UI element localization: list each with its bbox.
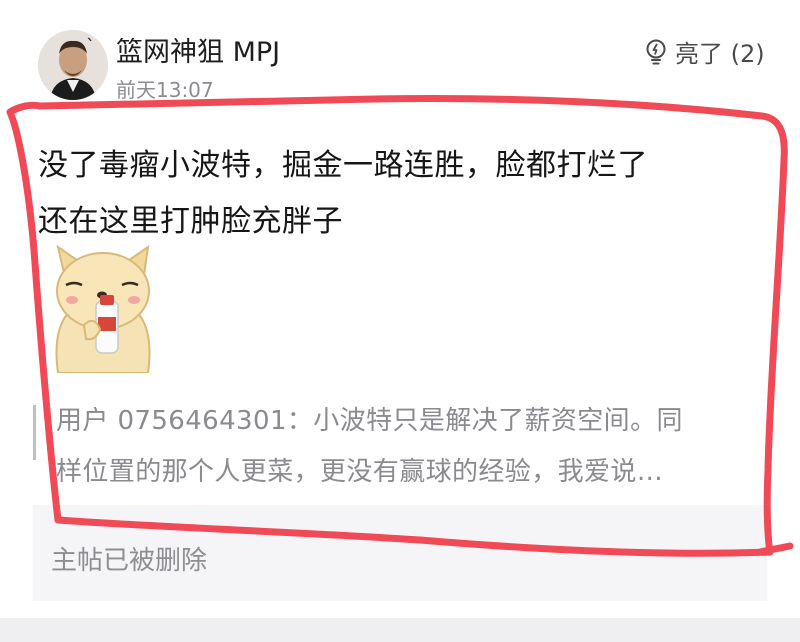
username[interactable]: 篮网神狙 MPJ [116, 30, 280, 69]
quote-bar [33, 405, 36, 460]
light-label: 亮了 (2) [675, 40, 765, 68]
avatar[interactable] [38, 30, 108, 100]
dog-drinking-sticker[interactable] [44, 244, 162, 374]
quoted-reply-line-2[interactable]: 样位置的那个人更菜，更没有赢球的经验，我爱说… [56, 451, 663, 488]
light-button[interactable]: 亮了 (2) [645, 34, 765, 69]
sticker-image [55, 244, 151, 374]
user-tick-mark: ` [86, 36, 95, 57]
bottom-separator [0, 618, 800, 642]
timestamp: 前天13:07 [116, 78, 214, 102]
parent-deleted-notice: 主帖已被删除 [51, 546, 208, 576]
comment-text-line-2: 还在这里打肿脸充胖子 [38, 204, 343, 239]
avatar-image [38, 30, 108, 100]
comment-text-line-1: 没了毒瘤小波特，掘金一路连胜，脸都打烂了 [38, 148, 648, 183]
lightbulb-icon [646, 39, 666, 64]
comment-card: ` 篮网神狙 MPJ 前天13:07 亮了 (2) 没了毒瘤小波特，掘金一路连胜… [0, 0, 800, 618]
quoted-reply-line-1[interactable]: 用户 0756464301：小波特只是解决了薪资空间。同 [56, 400, 683, 437]
